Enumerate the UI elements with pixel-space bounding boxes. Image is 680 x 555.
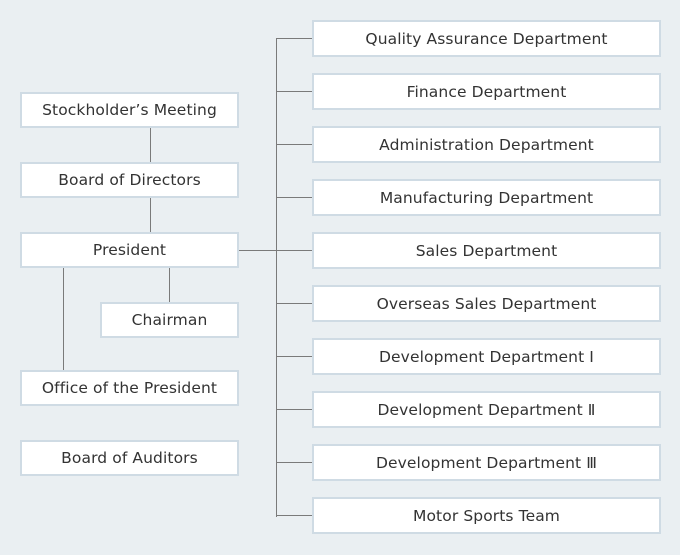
org-box-stockholders: Stockholder’s Meeting <box>20 92 239 128</box>
department-label: Development Department Ⅰ <box>379 347 594 366</box>
department-box: Quality Assurance Department <box>312 20 661 57</box>
org-box-label: Board of Auditors <box>61 449 198 467</box>
connector-department <box>276 250 312 251</box>
department-box: Overseas Sales Department <box>312 285 661 322</box>
connector-department <box>276 38 312 39</box>
org-box-label: Board of Directors <box>58 171 201 189</box>
org-box-label: President <box>92 241 167 259</box>
org-box-chairman: Chairman <box>100 302 239 338</box>
connector-stockholders-board <box>150 128 151 162</box>
department-label: Overseas Sales Department <box>376 294 597 313</box>
connector-department <box>276 91 312 92</box>
connector-president-trunk <box>239 250 277 251</box>
department-label: Development Department Ⅱ <box>377 400 596 419</box>
org-box-board-directors: Board of Directors <box>20 162 239 198</box>
department-label: Development Department Ⅲ <box>375 453 598 472</box>
department-box: Administration Department <box>312 126 661 163</box>
org-box-president: President <box>20 232 239 268</box>
connector-department <box>276 356 312 357</box>
connector-department <box>276 144 312 145</box>
department-label: Sales Department <box>415 241 558 260</box>
org-box-label: Stockholder’s Meeting <box>42 101 217 119</box>
department-label: Administration Department <box>379 135 594 154</box>
connector-department <box>276 515 312 516</box>
connector-department-trunk <box>276 39 277 517</box>
org-box-label: Chairman <box>131 311 208 329</box>
connector-president-chairman <box>169 268 170 302</box>
department-label: Finance Department <box>406 82 567 101</box>
connector-department <box>276 462 312 463</box>
department-box: Development Department Ⅲ <box>312 444 661 481</box>
connector-president-office <box>63 268 64 370</box>
org-box-office-president: Office of the President <box>20 370 239 406</box>
connector-department <box>276 409 312 410</box>
department-box: Development Department Ⅰ <box>312 338 661 375</box>
department-box: Finance Department <box>312 73 661 110</box>
org-box-label: Office of the President <box>41 379 218 397</box>
department-label: Motor Sports Team <box>413 506 560 525</box>
department-box: Sales Department <box>312 232 661 269</box>
org-box-board-auditors: Board of Auditors <box>20 440 239 476</box>
connector-department <box>276 197 312 198</box>
department-label: Manufacturing Department <box>379 188 594 207</box>
connector-department <box>276 303 312 304</box>
department-box: Manufacturing Department <box>312 179 661 216</box>
department-box: Motor Sports Team <box>312 497 661 534</box>
connector-board-president <box>150 198 151 232</box>
department-box: Development Department Ⅱ <box>312 391 661 428</box>
department-label: Quality Assurance Department <box>365 29 608 48</box>
